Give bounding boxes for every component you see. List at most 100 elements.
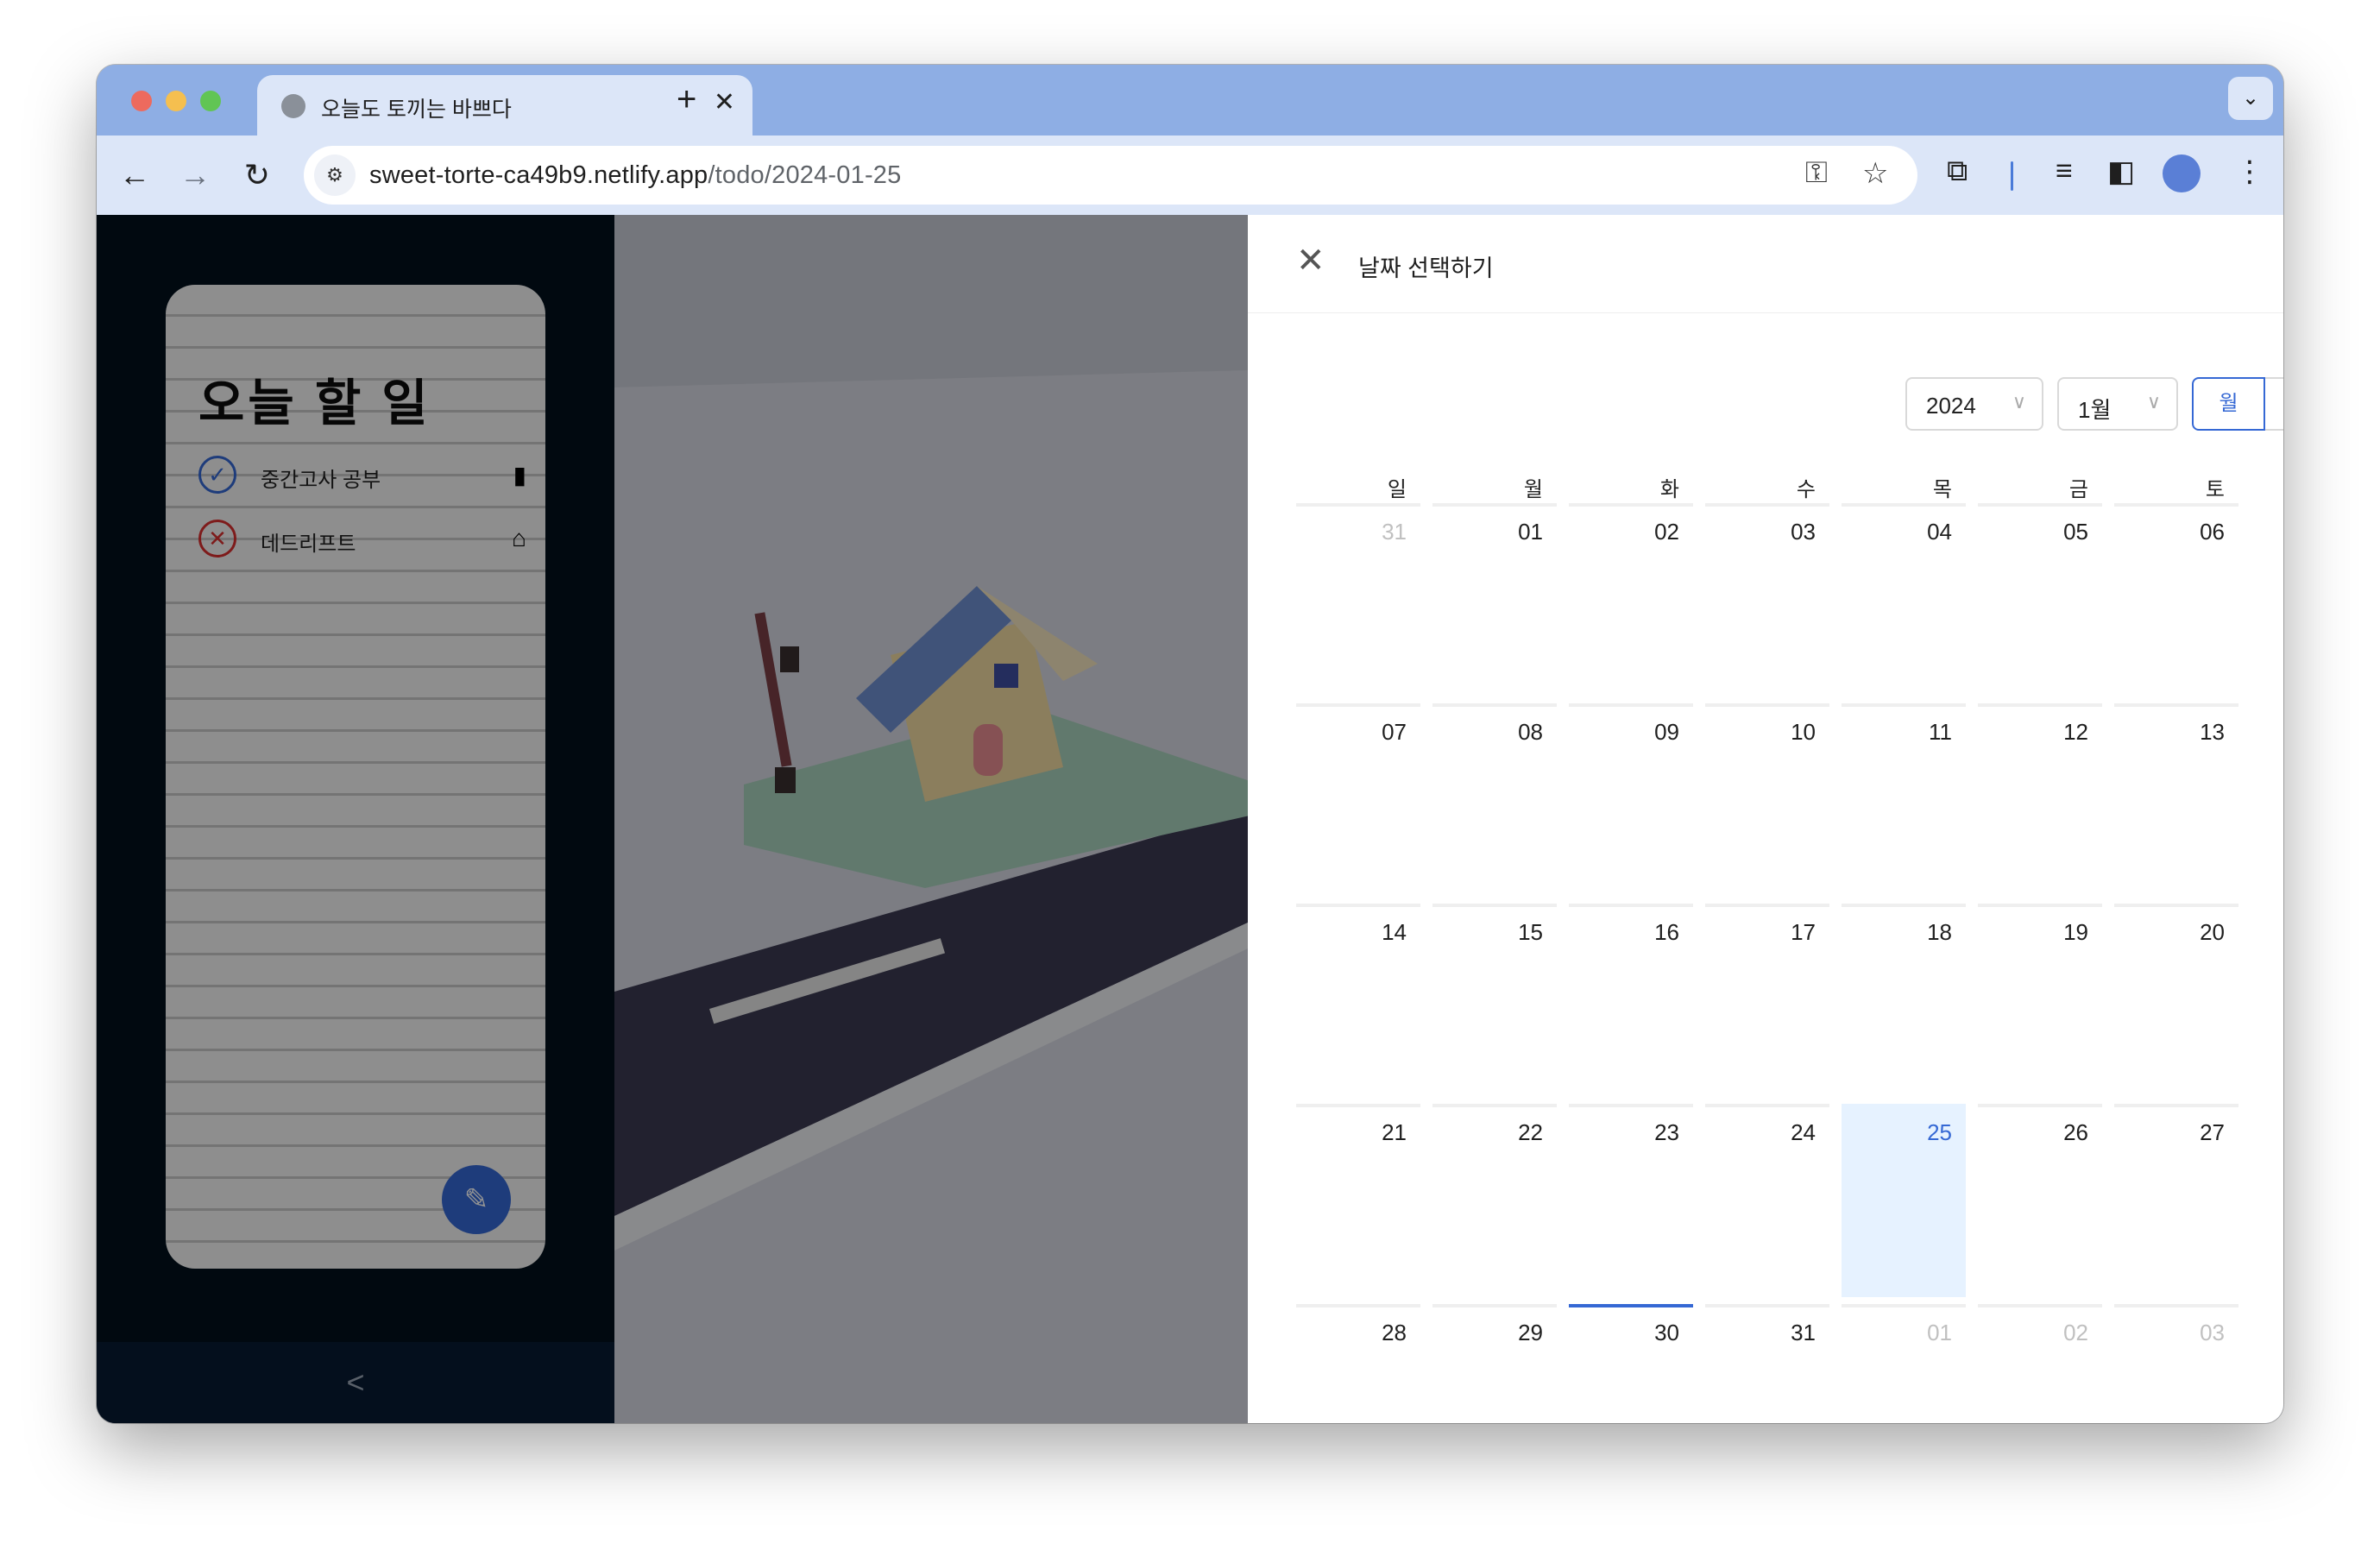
calendar-day-cell[interactable]: 25 [1842, 1104, 1966, 1297]
calendar-day-cell[interactable]: 16 [1569, 904, 1693, 1097]
star-icon[interactable]: ☆ [1862, 156, 1888, 191]
site-info-icon[interactable]: ⚙ [314, 154, 356, 196]
mode-toggle: 월 년 [2192, 377, 2283, 431]
calendar-day-number: 10 [1791, 719, 1816, 745]
calendar-day-cell[interactable]: 03 [2114, 1304, 2238, 1423]
calendar-day-cell[interactable]: 30 [1569, 1304, 1693, 1423]
calendar-day-cell[interactable]: 13 [2114, 703, 2238, 897]
calendar-day-cell[interactable]: 17 [1705, 904, 1829, 1097]
extensions-icon[interactable]: ⧉ [1947, 154, 1968, 188]
check-circle-icon[interactable]: ✓ [198, 456, 236, 494]
calendar-day-cell[interactable]: 26 [1978, 1104, 2102, 1297]
calendar-day-number: 31 [1382, 519, 1407, 545]
calendar-day-cell[interactable]: 12 [1978, 703, 2102, 897]
calendar-day-cell[interactable]: 15 [1432, 904, 1557, 1097]
calendar-day-cell[interactable]: 07 [1296, 703, 1420, 897]
calendar-day-cell[interactable]: 31 [1705, 1304, 1829, 1423]
weekday-label: 일 [1387, 478, 1407, 501]
address-bar[interactable]: ⚙ sweet-torte-ca49b9.netlify.app/todo/20… [304, 146, 1917, 205]
calendar-day-number: 31 [1791, 1320, 1816, 1345]
chevron-down-icon: ∨ [2146, 391, 2161, 413]
calendar-day-number: 28 [1382, 1320, 1407, 1345]
tab-title: 오늘도 토끼는 바쁘다 [321, 98, 512, 122]
reload-button[interactable]: ↻ [233, 151, 281, 199]
calendar-day-cell[interactable]: 10 [1705, 703, 1829, 897]
tab-search-button[interactable]: ⌄ [2228, 77, 2273, 120]
calendar-day-cell[interactable]: 19 [1978, 904, 2102, 1097]
calendar-day-number: 03 [1791, 519, 1816, 545]
month-mode-button[interactable]: 월 [2192, 377, 2265, 431]
todo-card: 오늘 할 일 ✓ 중간고사 공부 ▮ ✕ 데드리프트 ⌂ ✎ [166, 285, 545, 1269]
calendar-day-cell[interactable]: 24 [1705, 1104, 1829, 1297]
calendar-day-cell[interactable]: 20 [2114, 904, 2238, 1097]
calendar-day-cell[interactable]: 31 [1296, 503, 1420, 696]
weekday-label: 월 [1523, 478, 1543, 501]
x-circle-icon[interactable]: ✕ [198, 520, 236, 558]
more-menu-icon[interactable]: ⋮ [2235, 154, 2264, 189]
forward-button[interactable]: → [171, 151, 219, 199]
minimize-window-button[interactable] [166, 91, 186, 111]
calendar-day-number: 13 [2200, 719, 2225, 745]
profile-avatar[interactable] [2163, 154, 2201, 192]
close-window-button[interactable] [131, 91, 152, 111]
calendar-day-number: 02 [1654, 519, 1679, 545]
todo-item[interactable]: ✓ 중간고사 공부 ▮ [198, 456, 526, 494]
calendar-day-number: 20 [2200, 919, 2225, 945]
calendar-day-number: 11 [1929, 719, 1952, 745]
year-mode-button[interactable]: 년 [2265, 377, 2283, 431]
calendar-day-cell[interactable]: 04 [1842, 503, 1966, 696]
todo-title: 오늘 할 일 [198, 375, 431, 432]
weekday-label: 수 [1796, 478, 1816, 501]
calendar-day-cell[interactable]: 06 [2114, 503, 2238, 696]
year-select[interactable]: 2024 ∨ [1905, 377, 2043, 431]
close-tab-icon[interactable]: ✕ [714, 87, 735, 117]
key-icon[interactable]: ⚿ [1805, 156, 1828, 190]
new-tab-button[interactable]: + [677, 80, 696, 119]
calendar-day-number: 03 [2200, 1320, 2225, 1345]
calendar-day-cell[interactable]: 01 [1842, 1304, 1966, 1423]
chevron-down-icon: ⌄ [2241, 86, 2260, 110]
house-scene-graphic [614, 370, 1248, 1423]
tab-strip: 오늘도 토끼는 바쁘다 ✕ + ⌄ [97, 65, 2283, 135]
calendar-day-cell[interactable]: 22 [1432, 1104, 1557, 1297]
weekday-label: 화 [1659, 478, 1679, 501]
collapse-button[interactable]: < [97, 1342, 614, 1423]
scene-illustration [614, 215, 1248, 1423]
calendar-day-cell[interactable]: 03 [1705, 503, 1829, 696]
close-icon[interactable]: ✕ [1296, 241, 1325, 280]
calendar-day-cell[interactable]: 18 [1842, 904, 1966, 1097]
calendar-day-cell[interactable]: 14 [1296, 904, 1420, 1097]
todo-panel: 오늘 할 일 ✓ 중간고사 공부 ▮ ✕ 데드리프트 ⌂ ✎ < [97, 215, 614, 1423]
edit-button[interactable]: ✎ [442, 1165, 511, 1234]
url-host: sweet-torte-ca49b9.netlify.app [369, 161, 708, 189]
side-panel-icon[interactable]: ◧ [2107, 154, 2135, 189]
calendar-day-cell[interactable]: 09 [1569, 703, 1693, 897]
todo-item[interactable]: ✕ 데드리프트 ⌂ [198, 520, 526, 558]
calendar-day-number: 27 [2200, 1119, 2225, 1145]
maximize-window-button[interactable] [200, 91, 221, 111]
calendar-day-number: 15 [1518, 919, 1543, 945]
calendar-day-cell[interactable]: 27 [2114, 1104, 2238, 1297]
calendar-day-number: 21 [1382, 1119, 1407, 1145]
media-controls-icon[interactable]: ≡ [2056, 154, 2073, 188]
calendar-day-cell[interactable]: 23 [1569, 1104, 1693, 1297]
calendar-day-cell[interactable]: 02 [1569, 503, 1693, 696]
calendar-day-number: 19 [2063, 919, 2088, 945]
calendar-day-cell[interactable]: 29 [1432, 1304, 1557, 1423]
toolbar-separator [2011, 161, 2013, 191]
calendar-day-number: 29 [1518, 1320, 1543, 1345]
url-text[interactable]: sweet-torte-ca49b9.netlify.app/todo/2024… [369, 161, 901, 190]
back-button[interactable]: ← [110, 151, 159, 199]
calendar-day-cell[interactable]: 11 [1842, 703, 1966, 897]
calendar-day-number: 26 [2063, 1119, 2088, 1145]
calendar-day-number: 08 [1518, 719, 1543, 745]
calendar-day-cell[interactable]: 21 [1296, 1104, 1420, 1297]
calendar-day-cell[interactable]: 02 [1978, 1304, 2102, 1423]
calendar-day-cell[interactable]: 28 [1296, 1304, 1420, 1423]
calendar-day-number: 25 [1927, 1119, 1952, 1145]
calendar-day-cell[interactable]: 01 [1432, 503, 1557, 696]
month-select[interactable]: 1월 ∨ [2057, 377, 2178, 431]
calendar-day-cell[interactable]: 05 [1978, 503, 2102, 696]
month-select-value: 1월 [2078, 397, 2112, 423]
calendar-day-cell[interactable]: 08 [1432, 703, 1557, 897]
